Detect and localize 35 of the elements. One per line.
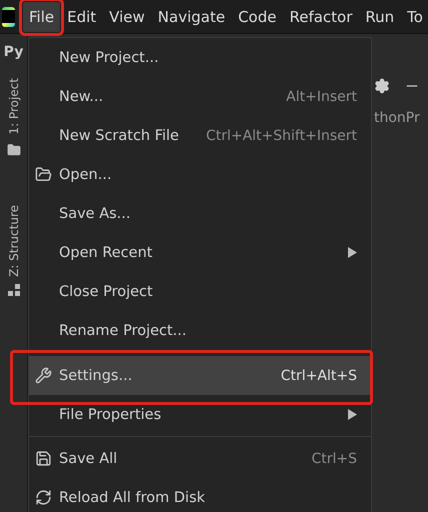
- shortcut-text: Ctrl+Alt+Shift+Insert: [206, 128, 357, 144]
- structure-icon: [8, 284, 20, 296]
- shortcut-text: Alt+Insert: [286, 88, 357, 104]
- menu-item[interactable]: Save As...: [29, 194, 371, 233]
- menu-item[interactable]: Open Recent: [29, 233, 371, 272]
- tool-window-tab[interactable]: 1: Project: [6, 78, 20, 135]
- menu-item[interactable]: Save All Ctrl+S: [29, 439, 371, 478]
- folder-icon: [6, 142, 20, 157]
- menu-item[interactable]: New Scratch File Ctrl+Alt+Shift+Insert: [29, 116, 371, 155]
- shortcut-text: Ctrl+Alt+S: [280, 368, 357, 384]
- menu-title[interactable]: To: [401, 2, 428, 32]
- menu-title[interactable]: View: [103, 2, 151, 32]
- menu-title[interactable]: Edit: [61, 2, 102, 32]
- folder-icon: [35, 166, 52, 183]
- menu-item[interactable]: File Properties: [29, 395, 371, 434]
- reload-icon: [35, 489, 52, 506]
- menu-title[interactable]: Code: [232, 2, 282, 32]
- menu-title[interactable]: Refactor: [283, 2, 358, 32]
- editor-tab[interactable]: thonPr: [374, 110, 428, 126]
- menu-item[interactable]: New... Alt+Insert: [29, 77, 371, 116]
- menu-item[interactable]: Close Project: [29, 272, 371, 311]
- menu-item[interactable]: Open...: [29, 155, 371, 194]
- app-logo-icon: [2, 6, 15, 26]
- menu-item[interactable]: Reload All from Disk: [29, 478, 371, 512]
- tool-window-tab[interactable]: Z: Structure: [6, 204, 20, 276]
- menu-title[interactable]: Navigate: [152, 2, 232, 32]
- settings-icon[interactable]: [374, 78, 390, 94]
- menu-item[interactable]: New Project...: [29, 38, 371, 77]
- wrench-icon: [35, 367, 52, 384]
- menu-item[interactable]: Settings... Ctrl+Alt+S: [29, 356, 371, 395]
- menu-item[interactable]: Rename Project...: [29, 311, 371, 350]
- menu-title[interactable]: Run: [359, 2, 400, 32]
- project-label: Py: [4, 44, 24, 60]
- shortcut-text: Ctrl+S: [311, 450, 357, 466]
- menu-title[interactable]: File: [23, 2, 60, 32]
